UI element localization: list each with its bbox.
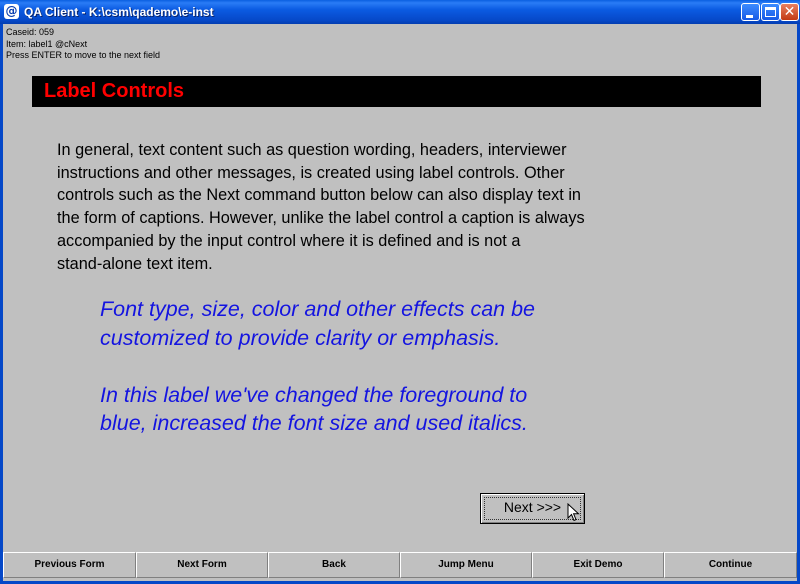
body-line: In general, text content such as questio… bbox=[57, 141, 567, 159]
app-icon[interactable]: @ bbox=[4, 4, 19, 19]
body-line: controls such as the Next command button… bbox=[57, 186, 581, 205]
maximize-button[interactable] bbox=[761, 3, 780, 21]
mouse-pointer-icon bbox=[567, 503, 580, 522]
previous-form-button[interactable]: Previous Form bbox=[3, 552, 136, 578]
continue-button[interactable]: Continue bbox=[664, 552, 797, 578]
body-line: stand-alone text item. bbox=[57, 254, 213, 273]
back-button[interactable]: Back bbox=[268, 552, 400, 578]
close-icon: ✕ bbox=[783, 4, 796, 20]
jump-menu-button[interactable]: Jump Menu bbox=[400, 552, 532, 578]
emphasis-line: Font type, size, color and other effects… bbox=[100, 297, 536, 321]
title-bar[interactable]: @ QA Client - K:\csm\qademo\e-inst ✕ bbox=[0, 0, 800, 24]
hint-text: Press ENTER to move to the next field bbox=[6, 50, 161, 60]
caseid-text: Caseid: 059 bbox=[6, 27, 55, 37]
body-line: accompanied by the input control where i… bbox=[57, 231, 521, 250]
body-line: the form of captions. However, unlike th… bbox=[57, 209, 585, 228]
emphasis-line: customized to provide clarity or emphasi… bbox=[100, 325, 501, 350]
emphasis-label: Font type, size, color and other effects… bbox=[100, 295, 760, 438]
body-label: In general, text content such as questio… bbox=[57, 139, 697, 275]
window-title: QA Client - K:\csm\qademo\e-inst bbox=[24, 5, 214, 19]
maximize-icon bbox=[765, 7, 776, 17]
minimize-icon bbox=[746, 15, 753, 18]
page-title: Label Controls bbox=[44, 80, 185, 102]
emphasis-line: blue, increased the font size and used i… bbox=[100, 411, 528, 435]
close-button[interactable]: ✕ bbox=[780, 3, 799, 21]
body-line: instructions and other messages, is crea… bbox=[57, 163, 565, 182]
status-info: Caseid: 059 Item: label1 @cNext Press EN… bbox=[6, 27, 160, 62]
bottom-toolbar: Previous Form Next Form Back Jump Menu E… bbox=[3, 552, 797, 578]
minimize-button[interactable] bbox=[741, 3, 760, 21]
item-text: Item: label1 @cNext bbox=[6, 38, 88, 49]
heading-banner: Label Controls bbox=[32, 76, 761, 107]
exit-demo-button[interactable]: Exit Demo bbox=[532, 552, 664, 578]
emphasis-line: In this label we've changed the foregrou… bbox=[100, 382, 528, 407]
next-form-button[interactable]: Next Form bbox=[136, 552, 268, 578]
